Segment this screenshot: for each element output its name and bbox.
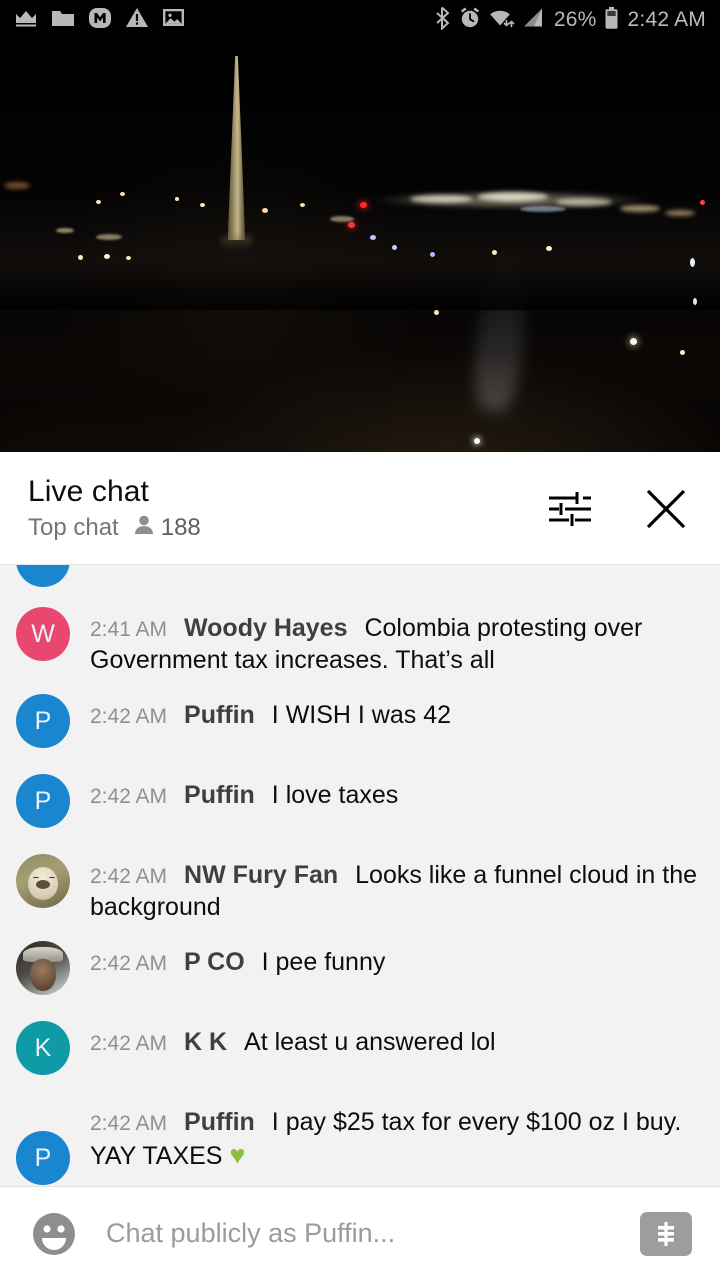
folder-icon bbox=[51, 8, 75, 33]
status-bar-right-icons: 26% 2:42 AM bbox=[435, 6, 706, 35]
avatar bbox=[16, 941, 70, 995]
message-body: 2:42 AM NW Fury Fan Looks like a funnel … bbox=[90, 854, 704, 923]
tune-icon[interactable] bbox=[544, 483, 596, 535]
emoji-face-icon[interactable] bbox=[28, 1208, 80, 1260]
avatar bbox=[16, 565, 70, 587]
crown-icon bbox=[14, 8, 38, 33]
city-lights bbox=[0, 40, 720, 452]
cellular-signal-icon bbox=[522, 7, 544, 33]
message-author[interactable]: Puffin bbox=[184, 701, 255, 729]
message-body: 2:41 AM Woody Hayes Colombia protesting … bbox=[90, 607, 704, 676]
message-text: Colombia protesting over Government tax … bbox=[90, 614, 643, 674]
chat-input[interactable] bbox=[106, 1218, 626, 1249]
avatar-initial: K bbox=[34, 1033, 52, 1062]
live-chat-subheader: Top chat 188 bbox=[28, 513, 201, 542]
avatar: W bbox=[16, 607, 70, 661]
close-icon[interactable] bbox=[640, 483, 692, 535]
live-chat-header: Live chat Top chat 188 bbox=[0, 453, 720, 565]
message-timestamp: 2:42 AM bbox=[90, 1112, 168, 1135]
avatar-initial: W bbox=[31, 619, 55, 648]
avatar: P bbox=[16, 1131, 70, 1185]
bluetooth-icon bbox=[435, 6, 451, 35]
message-author[interactable]: NW Fury Fan bbox=[184, 861, 338, 889]
message-body: 2:42 AM K K At least u answered lol bbox=[90, 1021, 704, 1075]
status-bar: 26% 2:42 AM bbox=[0, 0, 720, 40]
video-player[interactable] bbox=[0, 40, 720, 452]
avatar: K bbox=[16, 1021, 70, 1075]
status-bar-left-icons bbox=[14, 6, 185, 35]
green-heart-icon: ♥ bbox=[229, 1140, 246, 1170]
message-author[interactable]: P CO bbox=[184, 948, 245, 976]
chat-mode-label[interactable]: Top chat bbox=[28, 514, 119, 542]
message-body: 2:42 AM P CO I pee funny bbox=[90, 941, 704, 995]
message-text: I love taxes bbox=[271, 781, 399, 809]
message-timestamp: 2:42 AM bbox=[90, 865, 168, 888]
image-icon bbox=[162, 7, 185, 33]
message-text: I pay $25 tax for every $100 oz I buy. Y… bbox=[90, 1108, 682, 1170]
message-author[interactable]: Puffin bbox=[184, 781, 255, 809]
message-text: I pee funny bbox=[261, 948, 386, 976]
page-title: Live chat bbox=[28, 475, 149, 508]
list-item[interactable]: P 2:42 AM Puffin I WISH I was 42 bbox=[0, 694, 720, 748]
person-icon bbox=[133, 513, 155, 542]
message-body: 2:42 AM Puffin I WISH I was 42 bbox=[90, 694, 704, 748]
message-timestamp: 2:42 AM bbox=[90, 952, 168, 975]
alarm-clock-icon bbox=[458, 6, 482, 35]
message-text: I WISH I was 42 bbox=[271, 701, 452, 729]
message-timestamp: 2:42 AM bbox=[90, 1032, 168, 1055]
avatar bbox=[16, 854, 70, 908]
list-item[interactable]: W 2:41 AM Woody Hayes Colombia protestin… bbox=[0, 607, 720, 676]
list-item[interactable] bbox=[0, 565, 720, 587]
list-item[interactable]: P 2:42 AM Puffin I pay $25 tax for every… bbox=[0, 1101, 720, 1185]
battery-percent-label: 26% bbox=[553, 8, 597, 31]
avatar-initial: P bbox=[34, 1143, 52, 1172]
avatar: P bbox=[16, 694, 70, 748]
dollar-sign-icon[interactable] bbox=[640, 1211, 692, 1256]
message-body: 2:42 AM Puffin I love taxes bbox=[90, 774, 704, 828]
status-bar-clock: 2:42 AM bbox=[627, 8, 706, 31]
live-chat-header-text: Live chat Top chat 188 bbox=[28, 475, 201, 542]
live-chat-header-actions bbox=[544, 483, 692, 535]
m-badge-icon bbox=[88, 6, 112, 35]
message-author[interactable]: K K bbox=[184, 1028, 227, 1056]
wifi-icon bbox=[489, 7, 515, 34]
list-item[interactable]: P 2:42 AM Puffin I love taxes bbox=[0, 774, 720, 828]
message-author[interactable]: Puffin bbox=[184, 1108, 255, 1136]
warning-triangle-icon bbox=[125, 7, 149, 33]
avatar-initial: P bbox=[34, 706, 52, 735]
chat-message-list[interactable]: W 2:41 AM Woody Hayes Colombia protestin… bbox=[0, 565, 720, 1186]
list-item[interactable]: K 2:42 AM K K At least u answered lol bbox=[0, 1021, 720, 1075]
chat-input-bar bbox=[0, 1186, 720, 1280]
app-root: 26% 2:42 AM Live chat Top chat 188 W 2:4… bbox=[0, 0, 720, 1280]
message-author[interactable]: Woody Hayes bbox=[184, 614, 347, 642]
viewer-count: 188 bbox=[133, 513, 201, 542]
avatar: P bbox=[16, 774, 70, 828]
list-item[interactable]: 2:42 AM P CO I pee funny bbox=[0, 941, 720, 995]
message-timestamp: 2:41 AM bbox=[90, 618, 168, 641]
viewer-count-label: 188 bbox=[160, 513, 201, 541]
avatar-initial: P bbox=[34, 786, 52, 815]
message-timestamp: 2:42 AM bbox=[90, 785, 168, 808]
list-item[interactable]: 2:42 AM NW Fury Fan Looks like a funnel … bbox=[0, 854, 720, 923]
battery-icon bbox=[604, 6, 619, 35]
message-timestamp: 2:42 AM bbox=[90, 705, 168, 728]
message-text: At least u answered lol bbox=[244, 1028, 496, 1056]
message-body: 2:42 AM Puffin I pay $25 tax for every $… bbox=[90, 1101, 704, 1185]
message-text: Looks like a funnel cloud in the backgro… bbox=[90, 861, 698, 921]
